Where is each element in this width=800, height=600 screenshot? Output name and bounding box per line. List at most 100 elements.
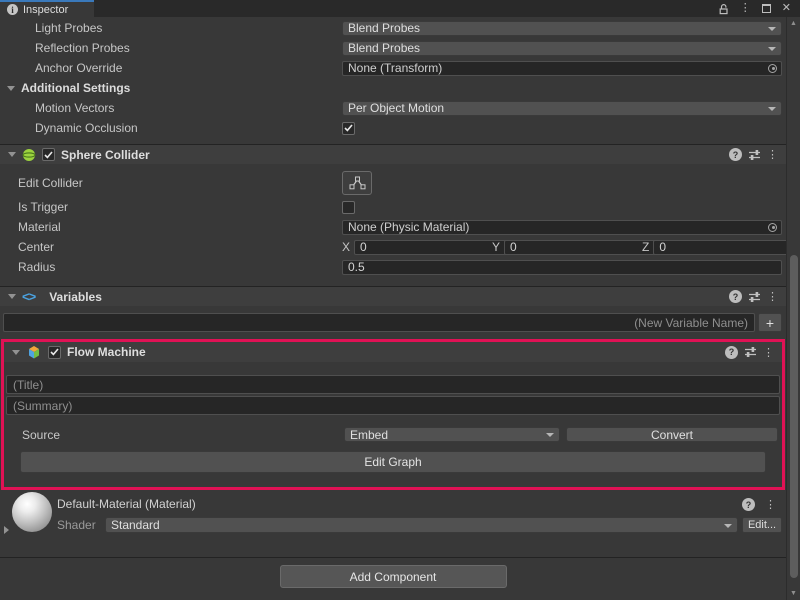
variables-body: + <box>0 306 786 339</box>
row-edit-collider: Edit Collider <box>18 169 782 197</box>
flow-machine-title: Flow Machine <box>67 345 146 359</box>
edit-graph-button[interactable]: Edit Graph <box>20 451 766 473</box>
variables-header[interactable]: <> Variables ? ⋮ <box>0 286 786 306</box>
row-light-probes: Light Probes Blend Probes <box>18 18 782 38</box>
variables-icon: <> <box>22 289 35 304</box>
lock-icon[interactable] <box>718 3 729 15</box>
flow-machine-icon <box>26 345 42 360</box>
close-icon[interactable]: ✕ <box>782 3 791 14</box>
source-dropdown[interactable]: Embed <box>344 427 560 442</box>
motion-vectors-dropdown[interactable]: Per Object Motion <box>342 101 782 116</box>
anchor-override-value: None (Transform) <box>348 61 442 75</box>
graph-title-input[interactable] <box>6 375 780 394</box>
row-shader: Shader Standard Edit... <box>57 517 782 533</box>
new-variable-name-input[interactable] <box>3 313 755 332</box>
material-sphere-preview <box>12 492 52 532</box>
center-z-input[interactable] <box>653 240 800 255</box>
dynamic-occlusion-checkbox[interactable] <box>342 122 355 135</box>
axis-z-label[interactable]: Z <box>642 240 653 254</box>
light-probes-dropdown[interactable]: Blend Probes <box>342 21 782 36</box>
axis-x-label[interactable]: X <box>342 240 354 254</box>
row-anchor-override: Anchor Override None (Transform) <box>18 58 782 78</box>
graph-summary-input[interactable] <box>6 396 780 415</box>
radius-input[interactable] <box>342 260 782 275</box>
object-picker-icon[interactable] <box>768 64 777 73</box>
presets-icon[interactable] <box>748 291 761 303</box>
shader-dropdown[interactable]: Standard <box>105 517 738 533</box>
flow-machine-header[interactable]: Flow Machine ? ⋮ <box>4 342 782 362</box>
presets-icon[interactable] <box>748 149 761 161</box>
material-header-icons: ? ⋮ <box>742 498 776 511</box>
flow-machine-enabled-checkbox[interactable] <box>48 346 61 359</box>
row-is-trigger: Is Trigger <box>18 197 782 217</box>
foldout-open-icon[interactable] <box>12 350 20 355</box>
source-label: Source <box>22 428 344 442</box>
sphere-collider-header[interactable]: Sphere Collider ? ⋮ <box>0 144 786 164</box>
component-menu-icon[interactable]: ⋮ <box>767 148 778 161</box>
scroll-up-icon[interactable]: ▲ <box>787 20 800 27</box>
row-motion-vectors: Motion Vectors Per Object Motion <box>18 98 782 118</box>
material-label: Material <box>18 220 342 234</box>
is-trigger-checkbox[interactable] <box>342 201 355 214</box>
row-center: Center X Y Z <box>18 237 782 257</box>
foldout-open-icon <box>7 86 15 91</box>
row-material: Material None (Physic Material) <box>18 217 782 237</box>
motion-vectors-label: Motion Vectors <box>18 101 342 115</box>
help-icon[interactable]: ? <box>725 346 738 359</box>
check-icon <box>50 348 59 356</box>
light-probes-value: Blend Probes <box>348 21 420 35</box>
window-menu-icon[interactable]: ⋮ <box>740 3 751 14</box>
center-x-group: X <box>342 240 482 255</box>
chevron-down-icon <box>768 27 776 31</box>
additional-settings-foldout[interactable]: Additional Settings <box>7 78 782 98</box>
help-icon[interactable]: ? <box>729 290 742 303</box>
edit-collider-icon <box>349 176 366 190</box>
row-reflection-probes: Reflection Probes Blend Probes <box>18 38 782 58</box>
foldout-open-icon[interactable] <box>8 294 16 299</box>
object-picker-icon[interactable] <box>768 223 777 232</box>
shader-edit-button[interactable]: Edit... <box>742 517 782 533</box>
tab-inspector[interactable]: i Inspector <box>0 0 94 17</box>
convert-button[interactable]: Convert <box>566 427 778 442</box>
check-icon <box>344 124 353 132</box>
foldout-collapsed-icon[interactable] <box>4 526 9 534</box>
shader-value: Standard <box>111 518 160 532</box>
center-z-group: Z <box>642 240 782 255</box>
material-preview-section: Default-Material (Material) ? ⋮ Shader S… <box>0 490 786 539</box>
presets-icon[interactable] <box>744 346 757 358</box>
scrollbar-thumb[interactable] <box>790 255 798 578</box>
is-trigger-label: Is Trigger <box>18 200 342 214</box>
reflection-probes-value: Blend Probes <box>348 41 420 55</box>
chevron-down-icon <box>768 47 776 51</box>
source-value: Embed <box>350 428 388 442</box>
scroll-down-icon[interactable]: ▼ <box>787 590 800 597</box>
sphere-collider-enabled-checkbox[interactable] <box>42 148 55 161</box>
material-title: Default-Material (Material) <box>0 490 786 511</box>
edit-collider-button[interactable] <box>342 171 372 195</box>
component-menu-icon[interactable]: ⋮ <box>763 346 774 359</box>
axis-y-label[interactable]: Y <box>492 240 504 254</box>
material-menu-icon[interactable]: ⋮ <box>765 498 776 511</box>
help-icon[interactable]: ? <box>742 498 755 511</box>
foldout-open-icon[interactable] <box>8 152 16 157</box>
physic-material-object-field[interactable]: None (Physic Material) <box>342 220 782 235</box>
component-menu-icon[interactable]: ⋮ <box>767 290 778 303</box>
anchor-override-object-field[interactable]: None (Transform) <box>342 61 782 76</box>
anchor-override-label: Anchor Override <box>18 61 342 75</box>
variables-title: Variables <box>49 290 102 304</box>
sphere-collider-body: Edit Collider Is Trigger Material None (… <box>0 164 786 286</box>
sphere-collider-title: Sphere Collider <box>61 148 150 162</box>
help-icon[interactable]: ? <box>729 148 742 161</box>
flow-machine-highlight-box: Flow Machine ? ⋮ Source Embed Convert <box>1 339 785 490</box>
motion-vectors-value: Per Object Motion <box>348 101 444 115</box>
inspector-content: Light Probes Blend Probes Reflection Pro… <box>0 17 786 600</box>
info-icon: i <box>7 4 18 15</box>
tab-bar: i Inspector ⋮ ✕ <box>0 0 800 17</box>
add-variable-button[interactable]: + <box>758 313 782 332</box>
renderer-settings: Light Probes Blend Probes Reflection Pro… <box>0 17 786 138</box>
light-probes-label: Light Probes <box>18 21 342 35</box>
maximize-icon[interactable] <box>762 4 771 13</box>
reflection-probes-dropdown[interactable]: Blend Probes <box>342 41 782 56</box>
add-component-button[interactable]: Add Component <box>280 565 507 588</box>
scrollbar[interactable]: ▲ ▼ <box>786 17 800 600</box>
